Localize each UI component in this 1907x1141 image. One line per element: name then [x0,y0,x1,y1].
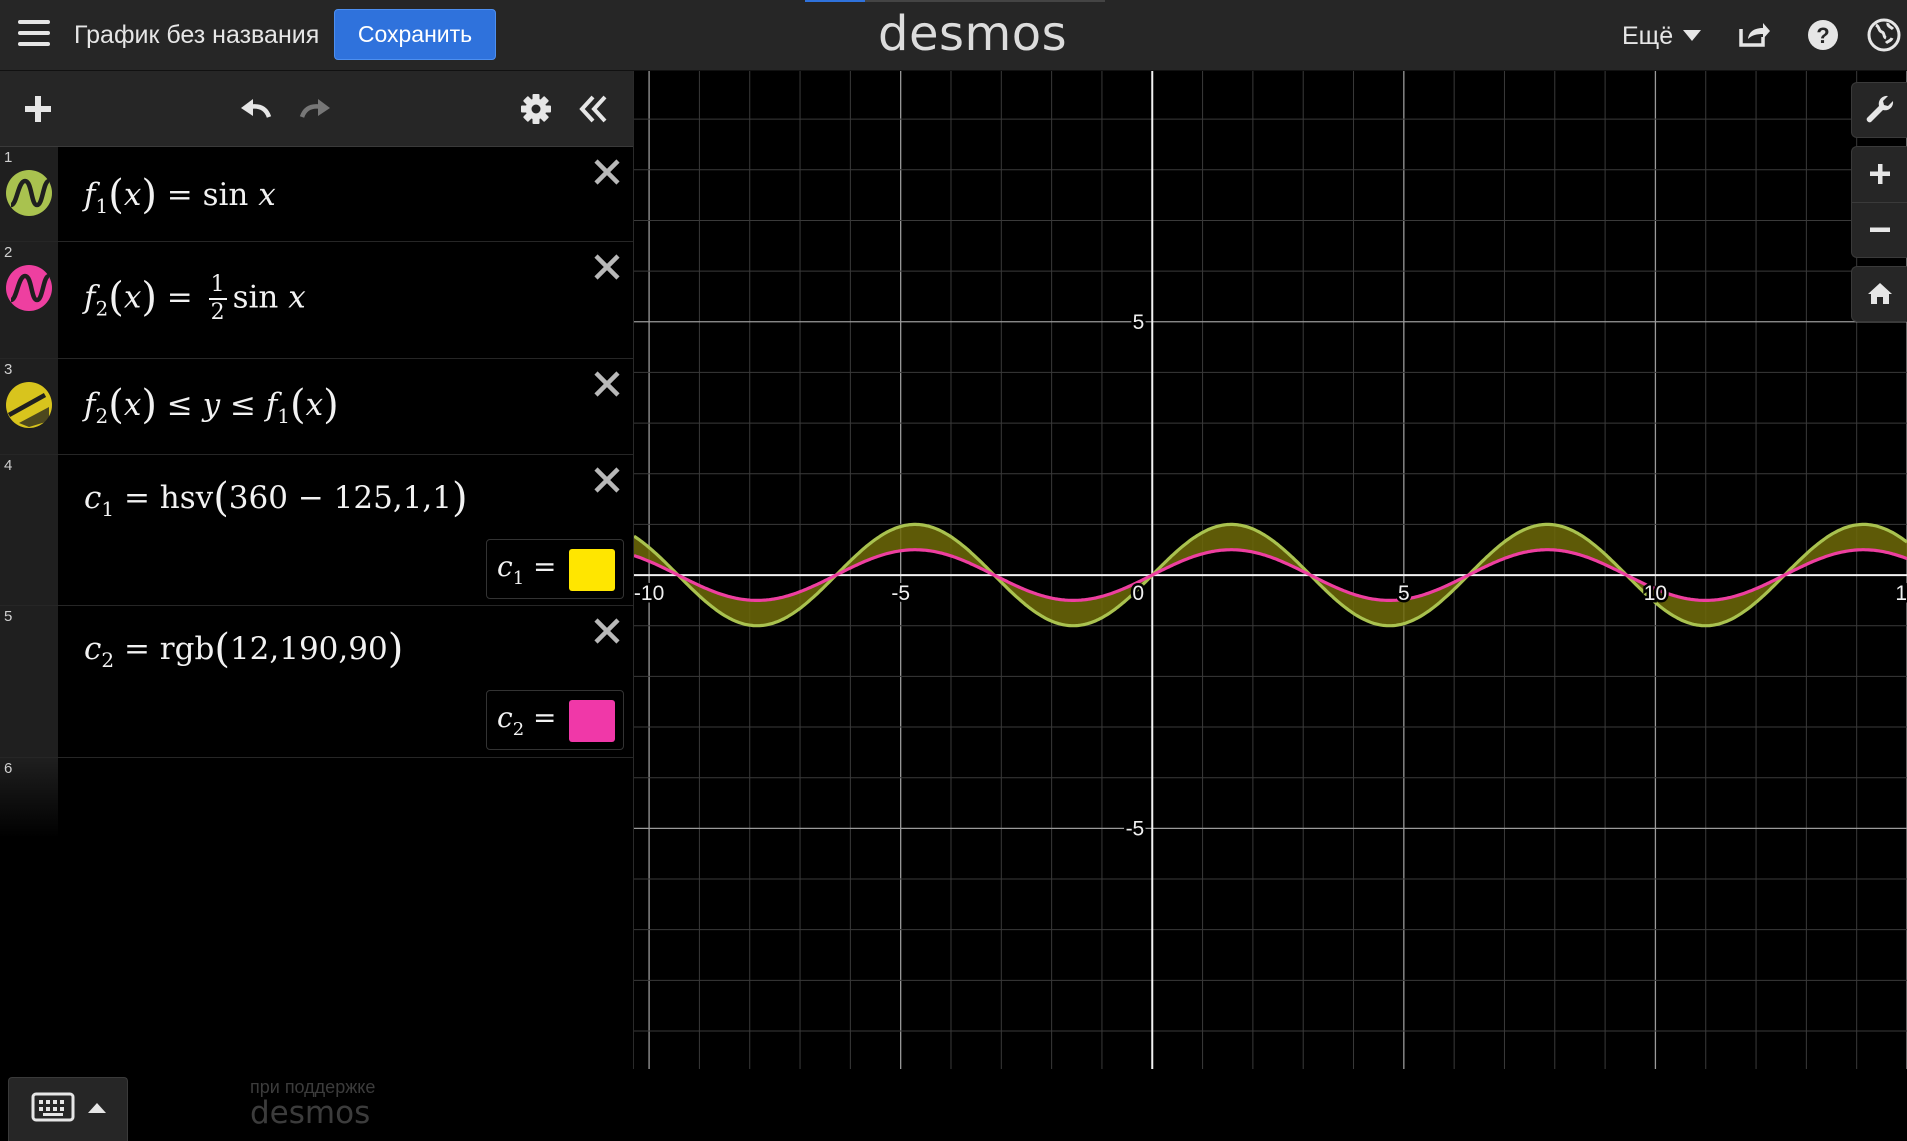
y-tick-label: 5 [1133,311,1145,334]
wrench-icon[interactable] [1852,83,1907,137]
expression-toolbar [0,71,633,147]
expression-math[interactable]: f2(x) = 1 2 sin x [84,274,306,324]
more-menu-label: Ещё [1622,22,1674,50]
expression-math[interactable]: c2 = rgb(12,190,90) [84,626,403,672]
settings-gear-icon[interactable] [516,89,556,129]
expression-row-1[interactable]: 1 f1(x) = sin x [0,147,633,242]
keyboard-toggle-button[interactable] [8,1077,128,1141]
expression-index: 3 [4,361,13,378]
chevron-up-icon [88,1103,106,1113]
expression-index: 2 [4,244,13,261]
fraction: 12 [208,272,227,325]
expression-row-5[interactable]: 5 c2 = rgb(12,190,90) c2 = [0,606,633,758]
color-swatch-label: c2 = [497,701,557,740]
share-icon[interactable] [1735,17,1771,53]
desmos-logo: desmos [878,6,1068,62]
delete-expression-icon[interactable] [592,157,622,187]
expression-row-4[interactable]: 4 c1 = hsv(360 − 125,1,1) c1 = [0,455,633,606]
expression-math[interactable]: f1(x) = sin x [84,172,276,218]
svg-text:?: ? [1816,23,1829,48]
expression-gutter: 4 [0,455,58,605]
graph-title[interactable]: График без названия [74,21,319,50]
globe-language-icon[interactable] [1866,17,1902,53]
more-menu[interactable]: Ещё [1622,22,1702,51]
zoom-controls [1851,146,1907,258]
accent-strip [805,0,865,2]
default-view-control [1851,266,1907,322]
collapse-panel-icon[interactable] [574,89,614,129]
expression-math[interactable]: c1 = hsv(360 − 125,1,1) [84,475,468,521]
expression-gutter: 5 [0,606,58,757]
keyboard-icon [31,1092,75,1122]
expression-row-3[interactable]: 3 f2(x) ≤ y ≤ f1(x) [0,359,633,455]
expression-panel: 1 f1(x) = sin x 2 f2(x) = 1 2 sin x 3 f2… [0,71,633,1141]
top-bar: График без названия Сохранить desmos Ещё… [0,0,1907,71]
graph-canvas[interactable]: -10 -5 0 5 10 15 5 -5 [634,71,1907,1069]
x-tick-label: 5 [1398,582,1410,605]
home-icon[interactable] [1852,267,1907,321]
x-tick-label: 0 [1132,582,1144,605]
expression-math[interactable]: f2(x) ≤ y ≤ f1(x) [84,382,339,428]
expression-gutter: 3 [0,359,58,454]
save-button[interactable]: Сохранить [334,9,496,60]
delete-expression-icon[interactable] [592,252,622,282]
expression-row-2[interactable]: 2 f2(x) = 1 2 sin x [0,242,633,359]
x-tick-label: 15 [1895,582,1907,605]
color-swatch[interactable] [569,700,615,742]
sine-wave-icon[interactable] [5,169,53,217]
delete-expression-icon[interactable] [592,465,622,495]
x-tick-label: -10 [634,582,664,605]
add-item-icon[interactable] [18,89,58,129]
hamburger-menu-icon[interactable] [18,20,50,50]
expression-index: 5 [4,608,13,625]
color-swatch-label: c1 = [497,550,557,589]
chevron-down-icon [1683,30,1702,41]
expression-gutter: 2 [0,242,58,358]
expression-gutter: 1 [0,147,58,241]
sine-wave-icon[interactable] [5,264,53,312]
shaded-region-icon[interactable] [5,381,53,429]
graph-settings-control [1851,82,1907,138]
accent-strip-gray [865,0,1105,2]
powered-by-logo: desmos [250,1095,371,1131]
x-tick-label: -5 [891,582,910,605]
graph-paper[interactable]: -10 -5 0 5 10 15 5 -5 [634,71,1907,1069]
delete-expression-icon[interactable] [592,369,622,399]
undo-icon[interactable] [235,89,275,129]
zoom-in-icon[interactable] [1852,147,1907,201]
expression-gutter: 6 [0,758,58,838]
color-swatch-widget: c1 = [486,539,624,599]
y-tick-label: -5 [1126,817,1145,840]
zoom-out-icon[interactable] [1852,203,1907,257]
powered-by-desmos[interactable]: при поддержке desmos [250,1077,375,1131]
x-tick-label: 10 [1644,582,1667,605]
expression-index: 4 [4,457,13,474]
color-swatch-widget: c2 = [486,690,624,750]
expression-index: 6 [4,760,13,777]
expression-index: 1 [4,149,13,166]
redo-icon[interactable] [296,89,336,129]
color-swatch[interactable] [569,549,615,591]
delete-expression-icon[interactable] [592,616,622,646]
expression-row-6[interactable]: 6 [0,758,633,838]
help-icon[interactable]: ? [1805,17,1841,53]
